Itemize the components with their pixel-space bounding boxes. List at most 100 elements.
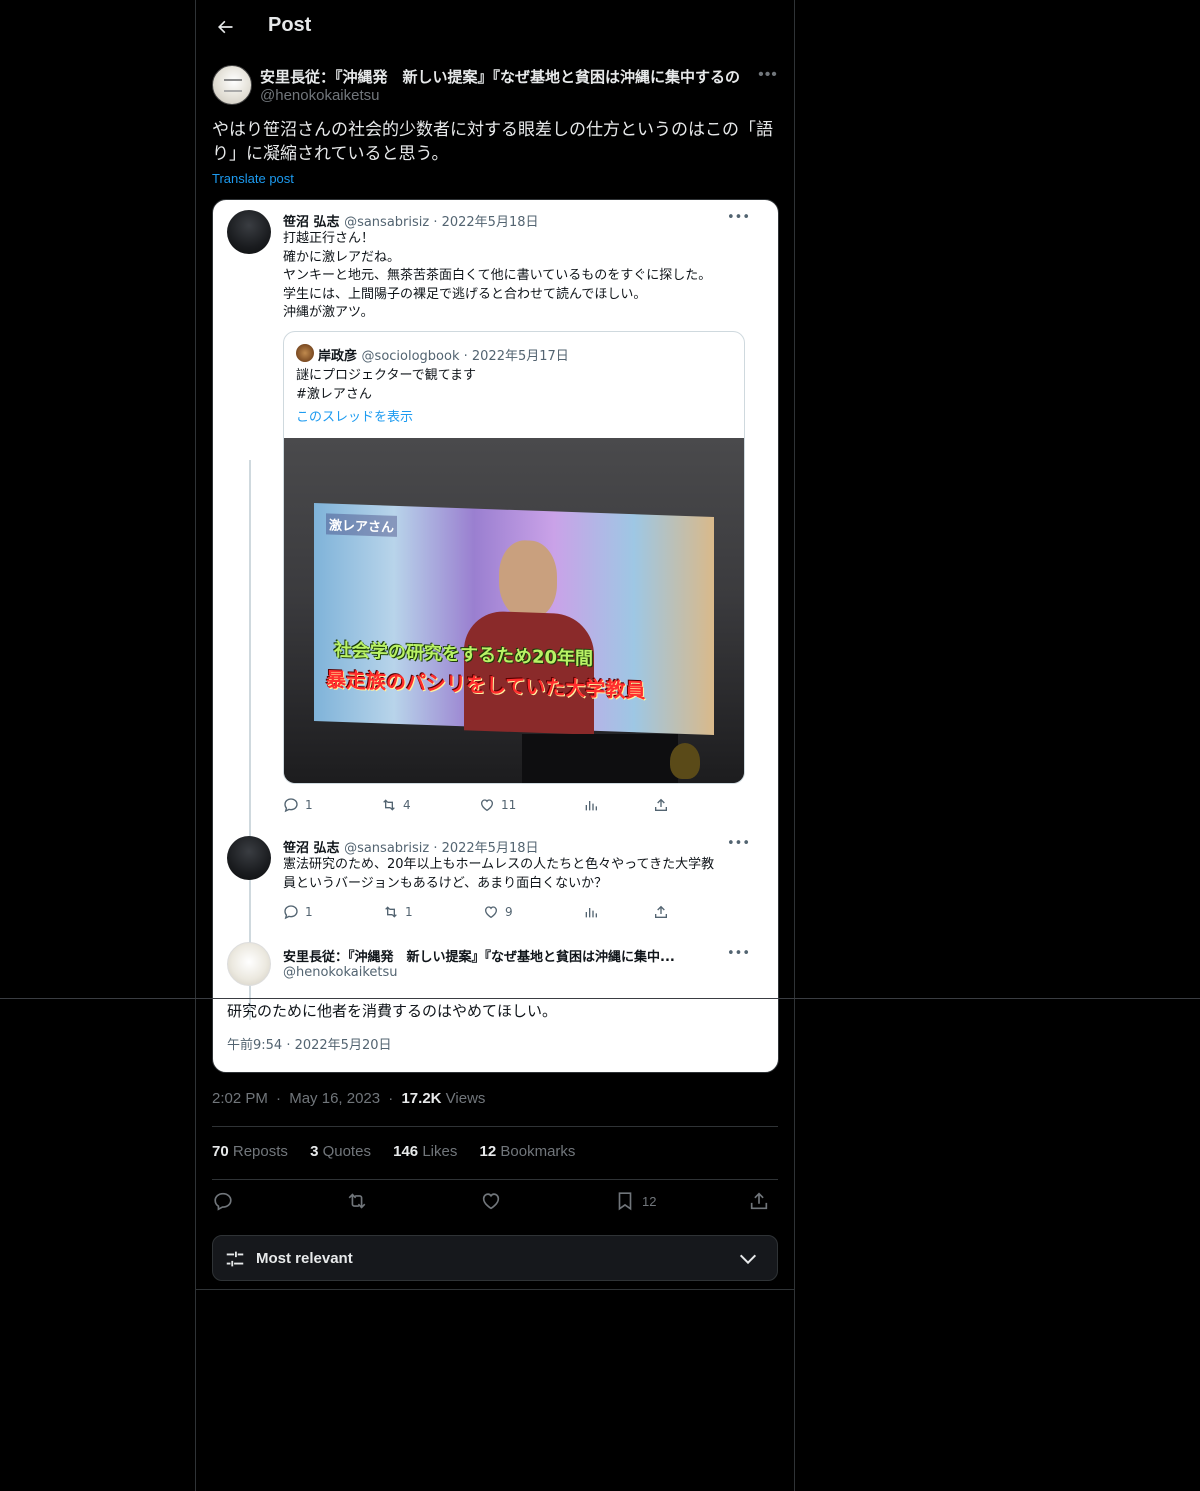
screenshot-tweet2-meta: @sansabrisiz · 2022年5月18日 xyxy=(344,841,539,856)
screenshot-like-stat: 9 xyxy=(483,904,513,920)
screenshot-tweet2-header: 笹沼 弘志 @sansabrisiz · 2022年5月18日 xyxy=(283,837,539,856)
reply-count: 1 xyxy=(305,905,313,919)
post-meta: 2:02 PM · May 16, 2023 · 17.2K Views xyxy=(212,1090,485,1107)
person-head xyxy=(499,539,557,620)
separator: · xyxy=(276,1090,282,1107)
post-time[interactable]: 2:02 PM xyxy=(212,1090,268,1107)
author-name[interactable]: 安里長従：『沖縄発 新しい提案』『なぜ基地と貧困は沖縄に集中するの xyxy=(260,66,752,87)
screenshot-tweet1-actions: 1 4 11 xyxy=(283,797,683,815)
bookmarks-count: 12 xyxy=(479,1143,497,1160)
screenshot-line: 打越正行さん！ xyxy=(283,231,375,246)
post-text: やはり笹沼さんの社会的少数者に対する眼差しの仕方というのはこの「語り」に凝縮され… xyxy=(212,120,773,163)
screenshot-line: 確かに激レアだね。 xyxy=(283,249,401,265)
reposts-count: 70 xyxy=(212,1143,229,1160)
thread-line xyxy=(249,460,251,1020)
reply-icon xyxy=(284,798,298,813)
screenshot-tweet1-header: 笹沼 弘志 @sansabrisiz · 2022年5月18日 xyxy=(283,211,539,230)
engagement-stats: 70 Reposts 3 Quotes 146 Likes 12 Bookmar… xyxy=(212,1143,593,1160)
show-title-tag: 激レアさん xyxy=(326,513,398,537)
quotes-stat[interactable]: 3 Quotes xyxy=(310,1143,371,1160)
screenshot-share-icon xyxy=(653,904,669,920)
reply-icon xyxy=(214,1192,232,1211)
screenshot-line: 謎にプロジェクターで観てます xyxy=(296,368,477,383)
screenshot-analytics-icon xyxy=(583,797,599,813)
share-icon xyxy=(750,1192,768,1210)
like-button[interactable] xyxy=(480,1190,502,1212)
action-bar: 12 xyxy=(212,1190,778,1220)
person-figure xyxy=(464,538,594,735)
reply-icon xyxy=(284,905,298,920)
divider xyxy=(212,1126,778,1127)
screenshot-show-thread-link: このスレッドを表示 xyxy=(296,410,414,425)
bookmark-icon xyxy=(618,1192,632,1211)
bookmark-count: 12 xyxy=(642,1193,657,1209)
screenshot-line: 学生には、上間陽子の裸足で逃げると合わせて読んでほしい。 xyxy=(283,286,647,302)
bookmark-button[interactable]: 12 xyxy=(614,1190,656,1212)
like-count: 9 xyxy=(505,905,513,919)
screenshot-more-icon: ••• xyxy=(727,210,751,225)
likes-stat[interactable]: 146 Likes xyxy=(393,1143,457,1160)
sort-replies-dropdown[interactable]: Most relevant xyxy=(212,1235,778,1281)
screenshot-line: 員というバージョンもあるけど、あまり面白くないか？ xyxy=(283,875,608,891)
avatar[interactable] xyxy=(212,65,252,105)
top-bar: Post xyxy=(196,0,794,54)
likes-count: 146 xyxy=(393,1143,419,1160)
projected-screen: 激レアさん 社会学の研究をするため20年間 暴走族のパシリをしていた大学教員 xyxy=(314,503,714,735)
translate-post-link[interactable]: Translate post xyxy=(212,171,294,186)
screenshot-more-icon: ••• xyxy=(727,836,751,851)
separator: · xyxy=(388,1090,394,1107)
reposts-label: Reposts xyxy=(232,1143,288,1160)
bookmarks-label: Bookmarks xyxy=(500,1143,576,1160)
screenshot-tweet2-name: 笹沼 弘志 xyxy=(283,841,340,856)
sliders-icon xyxy=(226,1251,244,1267)
heart-icon xyxy=(484,906,498,919)
attached-screenshot-image[interactable]: 笹沼 弘志 @sansabrisiz · 2022年5月18日 ••• 打越正行… xyxy=(212,199,779,1073)
projector-photo: 激レアさん 社会学の研究をするため20年間 暴走族のパシリをしていた大学教員 xyxy=(284,438,744,783)
screenshot-quote-tweet: 岸政彦 @sociologbook · 2022年5月17日 謎にプロジェクター… xyxy=(283,331,745,784)
screenshot-tweet1-name: 笹沼 弘志 xyxy=(283,215,340,230)
like-count: 11 xyxy=(501,798,517,812)
post-date[interactable]: May 16, 2023 xyxy=(289,1090,380,1107)
likes-label: Likes xyxy=(422,1143,458,1160)
screenshot-quote-avatar xyxy=(296,344,314,362)
retweet-icon xyxy=(383,799,395,811)
page-title: Post xyxy=(268,14,312,36)
tv-stand xyxy=(522,734,678,783)
screenshot-quote-header: 岸政彦 @sociologbook · 2022年5月17日 xyxy=(318,345,569,364)
back-arrow-icon[interactable] xyxy=(212,14,238,40)
screenshot-like-stat: 11 xyxy=(479,797,516,813)
screenshot-analytics-icon xyxy=(583,904,599,920)
repost-button[interactable] xyxy=(346,1190,368,1212)
retweet-icon xyxy=(385,906,397,918)
screenshot-tweet3-name: 安里長従：『沖縄発 新しい提案』『なぜ基地と貧困は沖縄に集中... xyxy=(283,950,675,965)
author-handle[interactable]: @henokokaiketsu xyxy=(260,87,379,104)
reply-count: 1 xyxy=(305,798,313,812)
screenshot-line: ヤンキーと地元、無茶苦茶面白くて他に書いているものをすぐに探した。 xyxy=(283,268,712,283)
view-count[interactable]: 17.2K xyxy=(401,1090,441,1107)
screenshot-reply-stat: 1 xyxy=(283,904,313,920)
screenshot-line: 憲法研究のため、20年以上もホームレスの人たちと色々やってきた大学教 xyxy=(283,857,715,872)
screenshot-tweet2-body: 憲法研究のため、20年以上もホームレスの人たちと色々やってきた大学教 員というバ… xyxy=(283,856,714,893)
screenshot-quote-meta: @sociologbook · 2022年5月17日 xyxy=(361,349,569,364)
bookmarks-stat[interactable]: 12 Bookmarks xyxy=(480,1143,576,1160)
screenshot-more-icon: ••• xyxy=(727,946,751,961)
repost-icon xyxy=(348,1193,366,1209)
screenshot-line: 沖縄が激アツ。 xyxy=(283,305,374,320)
screenshot-avatar xyxy=(227,836,271,880)
sort-label: Most relevant xyxy=(256,1250,353,1267)
screenshot-quote-body: 謎にプロジェクターで観てます #激レアさん xyxy=(296,366,476,404)
quotes-label: Quotes xyxy=(322,1143,371,1160)
reposts-stat[interactable]: 70 Reposts xyxy=(212,1143,288,1160)
share-button[interactable] xyxy=(748,1190,770,1212)
more-options-icon[interactable]: ••• xyxy=(758,66,778,86)
screenshot-tweet3-text: 研究のために他者を消費するのはやめてほしい。 xyxy=(227,1002,558,1020)
reply-button[interactable] xyxy=(212,1190,234,1212)
quotes-count: 3 xyxy=(310,1143,319,1160)
horizontal-rule xyxy=(0,998,1200,999)
screenshot-retweet-stat: 4 xyxy=(381,797,411,813)
lamp xyxy=(670,743,700,779)
views-label: Views xyxy=(445,1090,486,1107)
screenshot-tweet1-meta: @sansabrisiz · 2022年5月18日 xyxy=(344,215,539,230)
screenshot-reply-stat: 1 xyxy=(283,797,313,813)
screenshot-share-icon xyxy=(653,797,669,813)
